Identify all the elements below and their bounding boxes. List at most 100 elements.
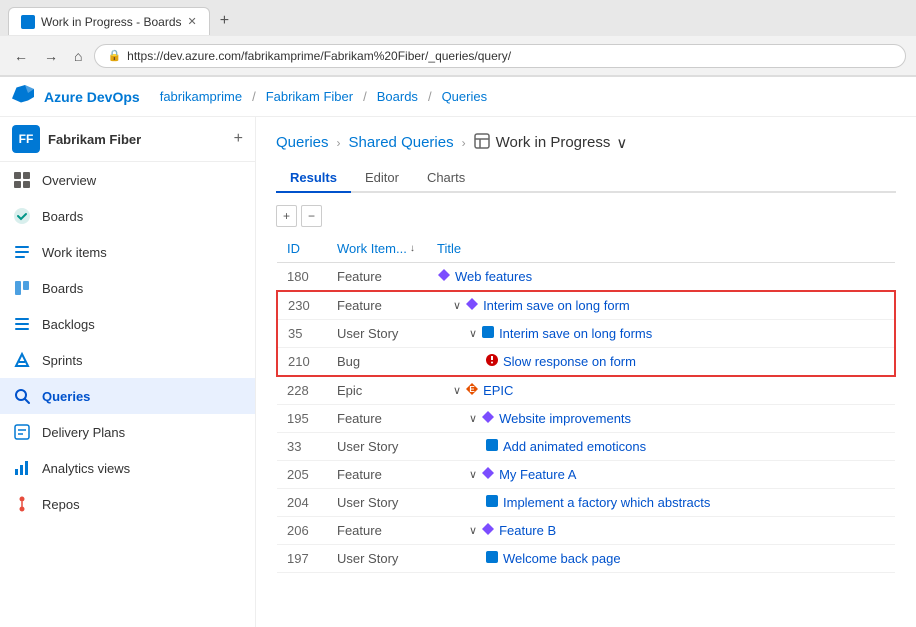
tab-editor[interactable]: Editor (351, 164, 413, 193)
new-tab-button[interactable]: + (214, 10, 235, 32)
title-link[interactable]: Implement a factory which abstracts (503, 495, 710, 510)
cell-title[interactable]: ∨ E EPIC (427, 376, 895, 405)
back-button[interactable]: ← (10, 46, 32, 66)
sidebar-item-repos[interactable]: Repos (0, 486, 255, 522)
collapse-chevron[interactable]: ∨ (469, 468, 477, 481)
cell-type: Feature (327, 291, 427, 320)
cell-title[interactable]: Add animated emoticons (427, 433, 895, 461)
breadcrumb-sep-2: › (462, 136, 466, 150)
feature-icon (437, 268, 451, 285)
sidebar-item-backlogs[interactable]: Backlogs (0, 306, 255, 342)
table-row: 228Epic∨EEPIC (277, 376, 895, 405)
title-link[interactable]: Web features (455, 269, 532, 284)
cell-title[interactable]: Implement a factory which abstracts (427, 489, 895, 517)
sidebar-item-sprints[interactable]: Sprints (0, 342, 255, 378)
breadcrumb-queries-link[interactable]: Queries (276, 134, 329, 151)
devops-logo-icon (12, 83, 34, 111)
cell-title[interactable]: Web features (427, 263, 895, 292)
table-header-row: ID Work Item... ↓ Title (277, 235, 895, 263)
cell-title[interactable]: ∨ Website improvements (427, 405, 895, 433)
feature-icon (481, 466, 495, 483)
breadcrumb-boards[interactable]: Boards (377, 89, 418, 104)
sidebar-queries-label: Queries (42, 389, 90, 404)
title-link[interactable]: Interim save on long forms (499, 326, 652, 341)
cell-id: 180 (277, 263, 327, 292)
collapse-chevron[interactable]: ∨ (453, 299, 461, 312)
title-link[interactable]: Interim save on long form (483, 298, 630, 313)
title-link[interactable]: My Feature A (499, 467, 576, 482)
collapse-chevron[interactable]: ∨ (469, 412, 477, 425)
cell-type: Feature (327, 405, 427, 433)
active-tab[interactable]: Work in Progress - Boards ✕ (8, 7, 210, 35)
breadcrumb-shared-queries-link[interactable]: Shared Queries (349, 134, 454, 151)
sidebar-item-boards-main[interactable]: Boards (0, 198, 255, 234)
title-link[interactable]: Welcome back page (503, 551, 621, 566)
collapse-chevron[interactable]: ∨ (453, 384, 461, 397)
forward-button[interactable]: → (40, 46, 62, 66)
sidebar-item-queries[interactable]: Queries (0, 378, 255, 414)
cell-type: Feature (327, 461, 427, 489)
sidebar-item-delivery-plans[interactable]: Delivery Plans (0, 414, 255, 450)
tab-results[interactable]: Results (276, 164, 351, 193)
tab-label: Work in Progress - Boards (41, 15, 182, 29)
sort-icon: ↓ (410, 243, 415, 254)
sidebar-sprints-label: Sprints (42, 353, 82, 368)
tab-bar: Work in Progress - Boards ✕ + (0, 0, 916, 36)
col-header-title[interactable]: Title (427, 235, 895, 263)
query-title: Work in Progress ∨ (474, 133, 628, 152)
browser-chrome: Work in Progress - Boards ✕ + ← → ⌂ 🔒 ht… (0, 0, 916, 77)
tab-charts[interactable]: Charts (413, 164, 479, 193)
add-row-button[interactable]: + (276, 205, 297, 227)
cell-type: User Story (327, 320, 427, 348)
queries-icon (12, 386, 32, 406)
boards-main-icon (12, 206, 32, 226)
feature-icon (465, 297, 479, 314)
col-header-id[interactable]: ID (277, 235, 327, 263)
sidebar-item-boards[interactable]: Boards (0, 270, 255, 306)
collapse-chevron[interactable]: ∨ (469, 327, 477, 340)
cell-type: User Story (327, 545, 427, 573)
story-icon (485, 494, 499, 511)
title-link[interactable]: Feature B (499, 523, 556, 538)
cell-title[interactable]: ∨ Interim save on long forms (427, 320, 895, 348)
sidebar-boards-main-label: Boards (42, 209, 83, 224)
breadcrumb-fabrikam-fiber[interactable]: Fabrikam Fiber (266, 89, 353, 104)
sidebar-item-work-items[interactable]: Work items (0, 234, 255, 270)
breadcrumb-sep-1: › (337, 136, 341, 150)
cell-title[interactable]: ∨ Interim save on long form (427, 291, 895, 320)
title-link[interactable]: Website improvements (499, 411, 631, 426)
epic-icon: E (465, 382, 479, 399)
home-button[interactable]: ⌂ (70, 46, 86, 66)
breadcrumb-queries[interactable]: Queries (442, 89, 488, 104)
sidebar-item-analytics-views[interactable]: Analytics views (0, 450, 255, 486)
cell-id: 228 (277, 376, 327, 405)
table-row: 205Feature∨My Feature A (277, 461, 895, 489)
cell-title[interactable]: Slow response on form (427, 348, 895, 377)
tab-favicon (21, 15, 35, 29)
cell-title[interactable]: ∨ Feature B (427, 517, 895, 545)
query-dropdown-icon[interactable]: ∨ (616, 134, 627, 152)
cell-id: 230 (277, 291, 327, 320)
collapse-chevron[interactable]: ∨ (469, 524, 477, 537)
remove-row-button[interactable]: − (301, 205, 322, 227)
sidebar-item-overview[interactable]: Overview (0, 162, 255, 198)
cell-title[interactable]: ∨ My Feature A (427, 461, 895, 489)
sidebar-add-button[interactable]: + (234, 130, 243, 148)
tab-close-button[interactable]: ✕ (188, 15, 197, 28)
sidebar-overview-label: Overview (42, 173, 96, 188)
cell-title[interactable]: Welcome back page (427, 545, 895, 573)
table-row: 35User Story∨Interim save on long forms (277, 320, 895, 348)
col-header-type[interactable]: Work Item... ↓ (327, 235, 427, 263)
query-title-label: Work in Progress (496, 134, 611, 151)
sidebar-repos-label: Repos (42, 497, 80, 512)
table-toolbar: + − (276, 205, 896, 227)
query-tabs: Results Editor Charts (276, 164, 896, 193)
cell-type: User Story (327, 433, 427, 461)
address-bar[interactable]: 🔒 https://dev.azure.com/fabrikamprime/Fa… (94, 44, 906, 68)
title-link[interactable]: Slow response on form (503, 354, 636, 369)
analytics-views-icon (12, 458, 32, 478)
title-link[interactable]: Add animated emoticons (503, 439, 646, 454)
breadcrumb-fabrikamprime[interactable]: fabrikamprime (160, 89, 242, 104)
title-link[interactable]: EPIC (483, 383, 513, 398)
devops-brand-label: Azure DevOps (44, 89, 140, 105)
